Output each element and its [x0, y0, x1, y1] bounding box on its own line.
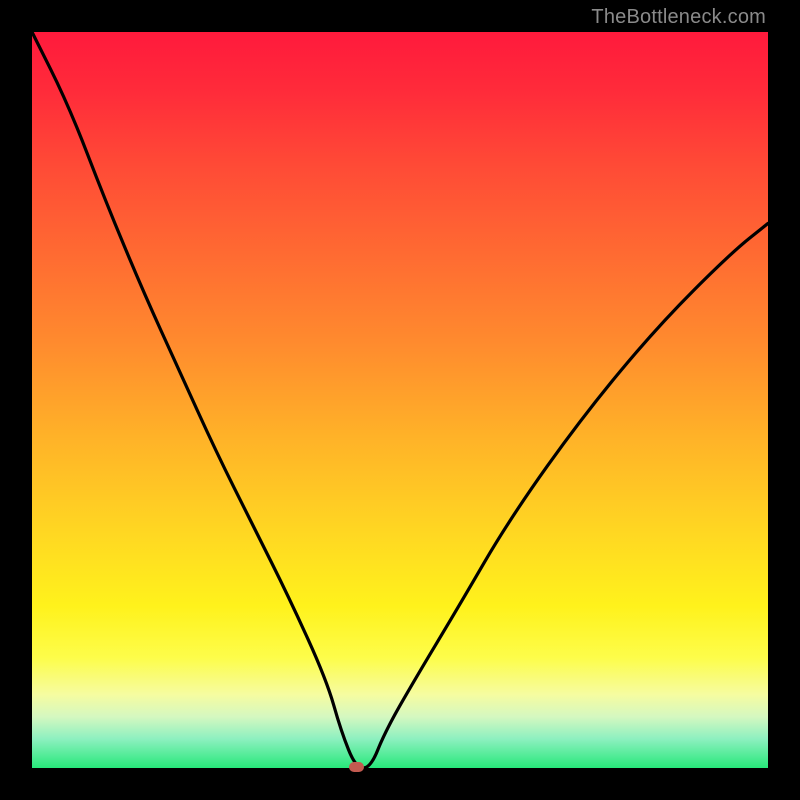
- watermark-text: TheBottleneck.com: [591, 6, 766, 29]
- plot-area: [32, 32, 768, 768]
- curve-path: [32, 32, 768, 768]
- bottleneck-curve: [32, 32, 768, 768]
- min-marker: [349, 762, 364, 772]
- chart-frame: TheBottleneck.com: [0, 0, 800, 800]
